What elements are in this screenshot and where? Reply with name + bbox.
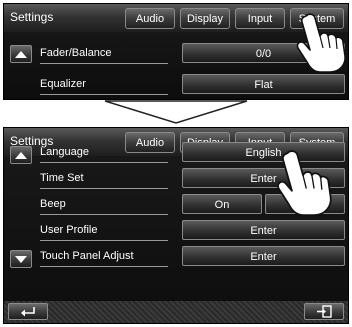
- row-label-time-set: Time Set: [40, 168, 168, 189]
- down-arrow-icon: [104, 100, 248, 124]
- scroll-up-button[interactable]: [10, 146, 32, 164]
- row-label-fader-balance: Fader/Balance: [40, 43, 168, 64]
- tab-audio[interactable]: Audio: [125, 8, 175, 29]
- touch-panel-adjust-button[interactable]: Enter: [182, 246, 345, 266]
- tab-display[interactable]: Display: [180, 8, 230, 29]
- up-arrow-icon: [15, 151, 27, 159]
- up-arrow-icon: [15, 50, 27, 58]
- equalizer-button[interactable]: Flat: [182, 74, 345, 94]
- row-label-equalizer: Equalizer: [40, 74, 168, 95]
- row-label-touch-panel-adjust: Touch Panel Adjust: [40, 246, 168, 267]
- settings-screen-bottom: Settings Audio Display Input System Lang…: [3, 127, 349, 324]
- back-button[interactable]: [8, 303, 48, 320]
- footer-bar: [4, 301, 348, 323]
- scroll-down-button[interactable]: [10, 250, 32, 268]
- tab-input[interactable]: Input: [235, 8, 285, 29]
- settings-screen-top: Settings Audio Display Input System Fade…: [3, 3, 349, 100]
- row-label-user-profile: User Profile: [40, 220, 168, 241]
- return-arrow-icon: [21, 306, 35, 316]
- exit-button[interactable]: [304, 303, 344, 320]
- exit-icon: [317, 305, 332, 318]
- user-profile-button[interactable]: Enter: [182, 220, 345, 240]
- down-triangle-icon: [15, 255, 27, 263]
- pointing-hand-icon: [277, 150, 332, 216]
- pointing-hand-icon: [296, 13, 346, 73]
- beep-on-button[interactable]: On: [182, 194, 262, 214]
- row-label-beep: Beep: [40, 194, 168, 215]
- scroll-up-button[interactable]: [10, 45, 32, 63]
- row-label-language: Language: [40, 142, 168, 163]
- page-title: Settings: [10, 10, 54, 24]
